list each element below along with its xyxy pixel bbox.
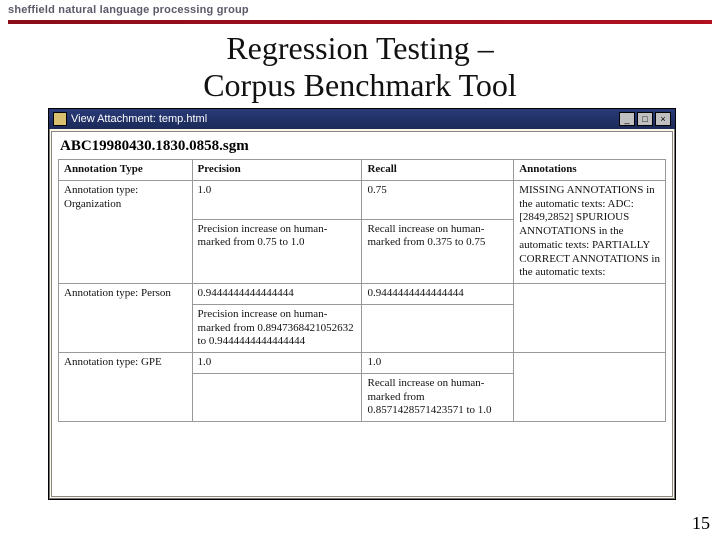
minimize-button[interactable]: _ — [619, 112, 635, 126]
table-row: Annotation type: Organization 1.0 0.75 M… — [59, 180, 666, 219]
slide-title-line2: Corpus Benchmark Tool — [203, 67, 517, 103]
window-icon — [53, 112, 67, 126]
cell-annotations: MISSING ANNOTATIONS in the automatic tex… — [514, 180, 666, 283]
col-recall: Recall — [362, 160, 514, 181]
window-title: View Attachment: temp.html — [71, 113, 619, 125]
cell-precision-val: 0.9444444444444444 — [192, 284, 362, 305]
table-row: Annotation type: GPE 1.0 1.0 — [59, 353, 666, 374]
cell-precision-val: 1.0 — [192, 353, 362, 374]
cell-type: Annotation type: GPE — [59, 353, 193, 422]
cell-annotations — [514, 284, 666, 353]
cell-recall-note: Recall increase on human-marked from 0.3… — [362, 219, 514, 283]
cell-precision-note: Precision increase on human-marked from … — [192, 219, 362, 283]
slide-number: 15 — [692, 513, 710, 534]
close-button[interactable]: × — [655, 112, 671, 126]
header-rule — [8, 20, 712, 24]
group-name: sheffield natural language processing gr… — [8, 4, 712, 16]
document-title: ABC19980430.1830.0858.sgm — [52, 132, 672, 159]
cell-precision-note: Precision increase on human-marked from … — [192, 304, 362, 352]
cell-precision-val: 1.0 — [192, 180, 362, 219]
cell-recall-val: 0.9444444444444444 — [362, 284, 514, 305]
app-window: View Attachment: temp.html _ □ × ABC1998… — [48, 108, 676, 500]
cell-recall-note: Recall increase on human-marked from 0.8… — [362, 373, 514, 421]
col-annotation-type: Annotation Type — [59, 160, 193, 181]
table-row: Annotation type: Person 0.94444444444444… — [59, 284, 666, 305]
cell-type: Annotation type: Person — [59, 284, 193, 353]
cell-recall-note — [362, 304, 514, 352]
slide-title-line1: Regression Testing – — [226, 30, 493, 66]
cell-precision-note — [192, 373, 362, 421]
col-precision: Precision — [192, 160, 362, 181]
cell-type: Annotation type: Organization — [59, 180, 193, 283]
cell-recall-val: 1.0 — [362, 353, 514, 374]
document-area: ABC19980430.1830.0858.sgm Annotation Typ… — [51, 131, 673, 497]
benchmark-table: Annotation Type Precision Recall Annotat… — [58, 159, 666, 422]
slide-title: Regression Testing – Corpus Benchmark To… — [0, 30, 720, 104]
titlebar: View Attachment: temp.html _ □ × — [49, 109, 675, 129]
cell-annotations — [514, 353, 666, 422]
maximize-button[interactable]: □ — [637, 112, 653, 126]
col-annotations: Annotations — [514, 160, 666, 181]
cell-recall-val: 0.75 — [362, 180, 514, 219]
